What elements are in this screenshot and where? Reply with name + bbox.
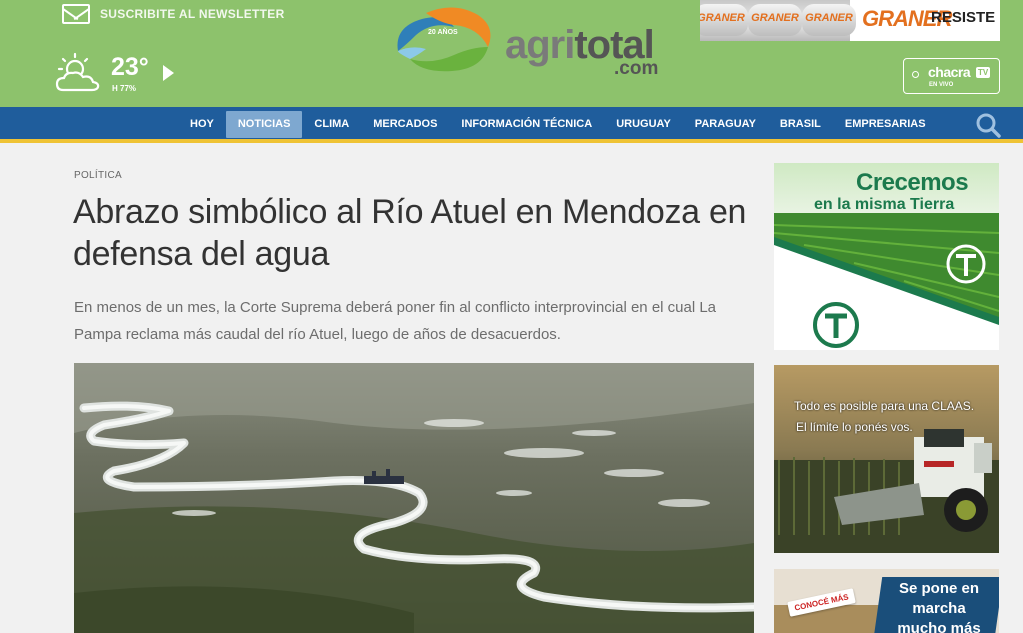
graner-slogan: RESISTE xyxy=(931,9,996,26)
nav-item-empresarias[interactable]: EMPRESARIAS xyxy=(833,111,938,138)
article-photo xyxy=(74,363,754,633)
marcha-ad[interactable]: CONOCÉ MÁS Se pone en marcha mucho más xyxy=(774,569,999,633)
partly-cloudy-icon xyxy=(55,52,100,92)
temperature: 23° xyxy=(111,53,149,81)
logo-years: 20 AÑOS xyxy=(428,29,458,36)
ad1-headline: Crecemos xyxy=(856,169,969,196)
nav-item-brasil[interactable]: BRASIL xyxy=(768,111,833,138)
weather-widget[interactable]: 23° H 77% xyxy=(55,52,174,94)
nav-item-noticias[interactable]: NOTICIAS xyxy=(225,111,303,138)
crecemos-ad[interactable]: Crecemos en la misma Tierra xyxy=(774,163,999,350)
site-header: SUSCRIBITE AL NEWSLETTER 23° H 77% 20 AÑ… xyxy=(0,0,1023,107)
chacra-name: chacra xyxy=(928,64,971,80)
silo-bags-image: GRANER GRANER GRANER xyxy=(700,0,856,41)
river-aerial-image xyxy=(74,363,754,633)
nav-item-paraguay[interactable]: PARAGUAY xyxy=(683,111,768,138)
nav-item-hoy[interactable]: HOY xyxy=(178,111,226,138)
article-lead: En menos de un mes, la Corte Suprema deb… xyxy=(74,299,717,343)
newsletter-label: SUSCRIBITE AL NEWSLETTER xyxy=(100,7,285,21)
play-icon[interactable] xyxy=(162,65,174,81)
ad1-subline: en la misma Tierra xyxy=(814,196,955,213)
ad2-line1: Todo es posible para una CLAAS. xyxy=(794,399,975,413)
newsletter-link[interactable]: SUSCRIBITE AL NEWSLETTER xyxy=(62,4,285,24)
article-title: Abrazo simbólico al Río Atuel en Mendoza… xyxy=(73,193,747,273)
nav-item-clima[interactable]: CLIMA xyxy=(302,111,361,138)
humidity: H 77% xyxy=(112,84,137,93)
search-icon[interactable] xyxy=(975,112,1001,138)
site-logo[interactable]: 20 AÑOS agritotal .com xyxy=(392,5,682,79)
envelope-icon xyxy=(62,4,90,24)
claas-ad[interactable]: Todo es posible para una CLAAS. El límit… xyxy=(774,365,999,553)
ad3-text: Se pone en marcha mucho más xyxy=(897,580,981,633)
graner-banner-ad[interactable]: GRANER GRANER GRANER GRANER RESISTE xyxy=(700,0,1000,41)
logo-swirl-icon xyxy=(397,7,491,72)
harvester-image xyxy=(774,365,999,553)
nav-item-uruguay[interactable]: URUGUAY xyxy=(604,111,683,138)
nav-items: HOY NOTICIAS CLIMA MERCADOS INFORMACIÓN TÉCN… xyxy=(178,111,938,138)
article-category[interactable]: POLÍTICA xyxy=(74,170,122,181)
ad2-line2: El límite lo ponés vos. xyxy=(796,420,913,434)
chacra-tv-live-button[interactable]: chacra TV EN VIVO xyxy=(903,58,1000,94)
live-status: EN VIVO xyxy=(929,82,954,88)
tv-badge: TV xyxy=(976,67,991,78)
live-dot-icon xyxy=(912,71,919,78)
nav-item-información-técnica[interactable]: INFORMACIÓN TÉCNICA xyxy=(449,111,604,138)
main-nav: HOY NOTICIAS CLIMA MERCADOS INFORMACIÓN TÉCN… xyxy=(0,107,1023,143)
nav-item-mercados[interactable]: MERCADOS xyxy=(361,111,449,138)
logo-domain: .com xyxy=(614,58,659,79)
